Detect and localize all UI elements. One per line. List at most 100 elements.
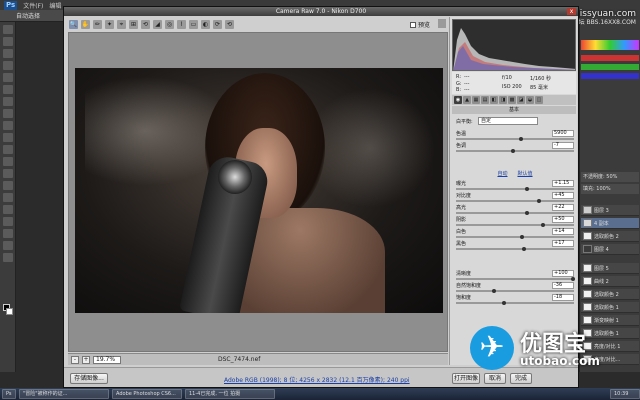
layer-row[interactable]: 图层 5 <box>581 263 639 274</box>
marquee-tool-icon[interactable] <box>3 37 13 46</box>
fill-field[interactable]: 填充: 100% <box>581 184 639 194</box>
panel-tab-icon[interactable]: ▦ <box>472 96 480 104</box>
zoom-in-button[interactable]: + <box>82 355 90 364</box>
slider-track[interactable] <box>456 150 574 152</box>
slider-handle[interactable] <box>502 301 507 305</box>
fullscreen-icon[interactable] <box>438 19 446 28</box>
preview-checkbox[interactable] <box>410 21 416 28</box>
slider-handle[interactable] <box>541 223 546 227</box>
shape-tool-icon[interactable] <box>3 229 13 238</box>
slider-track[interactable] <box>456 290 574 292</box>
camera-raw-tool-icon[interactable]: ▭ <box>189 19 198 29</box>
menu-edit[interactable]: 编辑 <box>49 1 61 10</box>
layer-row[interactable]: 选取颜色 1 <box>581 302 639 313</box>
panel-tab-icon[interactable]: ◪ <box>517 96 525 104</box>
crop-tool-icon[interactable] <box>3 73 13 82</box>
slider-value-field[interactable]: +45 <box>552 192 574 199</box>
slider-track[interactable] <box>456 236 574 238</box>
slider-track[interactable] <box>456 200 574 202</box>
swatch-spectrum[interactable] <box>581 40 639 50</box>
slider-handle[interactable] <box>518 137 523 141</box>
layer-row[interactable]: 曲线 2 <box>581 276 639 287</box>
slider-value-field[interactable]: -18 <box>552 294 574 301</box>
panel-tab-icon[interactable]: ▤ <box>481 96 489 104</box>
camera-raw-tool-icon[interactable]: 🔍 <box>69 19 78 29</box>
camera-raw-tool-icon[interactable]: ◐ <box>201 19 210 29</box>
layer-row[interactable]: 图层 3 <box>581 205 639 216</box>
gradient-tool-icon[interactable] <box>3 157 13 166</box>
slider-value-field[interactable]: -7 <box>552 142 574 149</box>
slider-track[interactable] <box>456 224 574 226</box>
slider-value-field[interactable]: +50 <box>552 216 574 223</box>
zoom-out-button[interactable]: - <box>71 355 79 364</box>
blur-tool-icon[interactable] <box>3 169 13 178</box>
camera-raw-tool-icon[interactable]: ⊞ <box>129 19 138 29</box>
zoom-level-select[interactable]: 19.7% <box>93 355 121 364</box>
color-slider-green[interactable] <box>581 64 639 70</box>
layer-row[interactable]: 4 副本 <box>581 218 639 229</box>
camera-raw-tool-icon[interactable]: ⟲ <box>141 19 150 29</box>
camera-raw-tool-icon[interactable]: ◎ <box>165 19 174 29</box>
color-slider-blue[interactable] <box>581 73 639 79</box>
slider-track[interactable] <box>456 248 574 250</box>
camera-raw-tool-icon[interactable]: ✏ <box>93 19 102 29</box>
layer-row[interactable]: 选取颜色 2 <box>581 289 639 300</box>
path-select-tool-icon[interactable] <box>3 217 13 226</box>
taskbar-button[interactable]: "冒险"被称作的证... <box>19 389 109 399</box>
dodge-tool-icon[interactable] <box>3 181 13 190</box>
camera-raw-tool-icon[interactable]: ⟳ <box>213 19 222 29</box>
zoom-tool-icon[interactable] <box>3 253 13 262</box>
pen-tool-icon[interactable] <box>3 193 13 202</box>
panel-tab-icon[interactable]: ▩ <box>508 96 516 104</box>
slider-track[interactable] <box>456 188 574 190</box>
slider-handle[interactable] <box>524 211 529 215</box>
panel-tab-icon[interactable]: ◨ <box>499 96 507 104</box>
camera-raw-tool-icon[interactable]: ⌖ <box>117 19 126 29</box>
slider-value-field[interactable]: +1.15 <box>552 180 574 187</box>
stamp-tool-icon[interactable] <box>3 121 13 130</box>
panel-tab-icon[interactable]: ◒ <box>526 96 534 104</box>
lasso-tool-icon[interactable] <box>3 49 13 58</box>
slider-handle[interactable] <box>570 277 575 281</box>
brush-tool-icon[interactable] <box>3 109 13 118</box>
healing-tool-icon[interactable] <box>3 97 13 106</box>
slider-value-field[interactable]: +14 <box>552 228 574 235</box>
panel-tab-icon[interactable]: ▲ <box>463 96 471 104</box>
slider-track[interactable] <box>456 138 574 140</box>
taskbar-button[interactable]: 11-4已完成, 一位 拍摄 <box>185 389 275 399</box>
auto-select-option[interactable]: 自动选择 <box>16 11 40 20</box>
color-slider-red[interactable] <box>581 55 639 61</box>
close-button[interactable]: x <box>567 8 576 15</box>
camera-raw-tool-icon[interactable]: ✋ <box>81 19 90 29</box>
camera-raw-tool-icon[interactable]: ◢ <box>153 19 162 29</box>
layer-row[interactable]: 选取颜色 2 <box>581 231 639 242</box>
panel-tab-icon[interactable]: ◫ <box>535 96 543 104</box>
slider-handle[interactable] <box>520 235 525 239</box>
slider-track[interactable] <box>456 278 574 280</box>
camera-raw-tool-icon[interactable]: ✦ <box>105 19 114 29</box>
panel-tab-icon[interactable]: ◉ <box>454 96 462 104</box>
opacity-field[interactable]: 不透明度: 50% <box>581 172 639 182</box>
move-tool-icon[interactable] <box>3 25 13 34</box>
slider-handle[interactable] <box>536 199 541 203</box>
quick-select-tool-icon[interactable] <box>3 61 13 70</box>
panel-tab-icon[interactable]: ◧ <box>490 96 498 104</box>
menu-file[interactable]: 文件(F) <box>23 1 43 10</box>
layer-row[interactable]: 图层 4 <box>581 244 639 255</box>
white-balance-select[interactable]: 自定 <box>478 117 538 125</box>
slider-value-field[interactable]: +100 <box>552 270 574 277</box>
slider-value-field[interactable]: +22 <box>552 204 574 211</box>
slider-handle[interactable] <box>491 289 496 293</box>
save-image-button[interactable]: 存储图像... <box>70 373 108 384</box>
preview-canvas[interactable] <box>68 32 448 352</box>
type-tool-icon[interactable] <box>3 205 13 214</box>
slider-handle[interactable] <box>524 187 529 191</box>
slider-track[interactable] <box>456 302 574 304</box>
taskbar-button[interactable]: Ps <box>2 389 16 399</box>
slider-value-field[interactable]: -36 <box>552 282 574 289</box>
auto-link[interactable]: 自动 <box>497 170 507 178</box>
eyedropper-tool-icon[interactable] <box>3 85 13 94</box>
taskbar-button[interactable]: Adobe Photoshop CS6... <box>112 389 182 399</box>
slider-track[interactable] <box>456 212 574 214</box>
eraser-tool-icon[interactable] <box>3 145 13 154</box>
